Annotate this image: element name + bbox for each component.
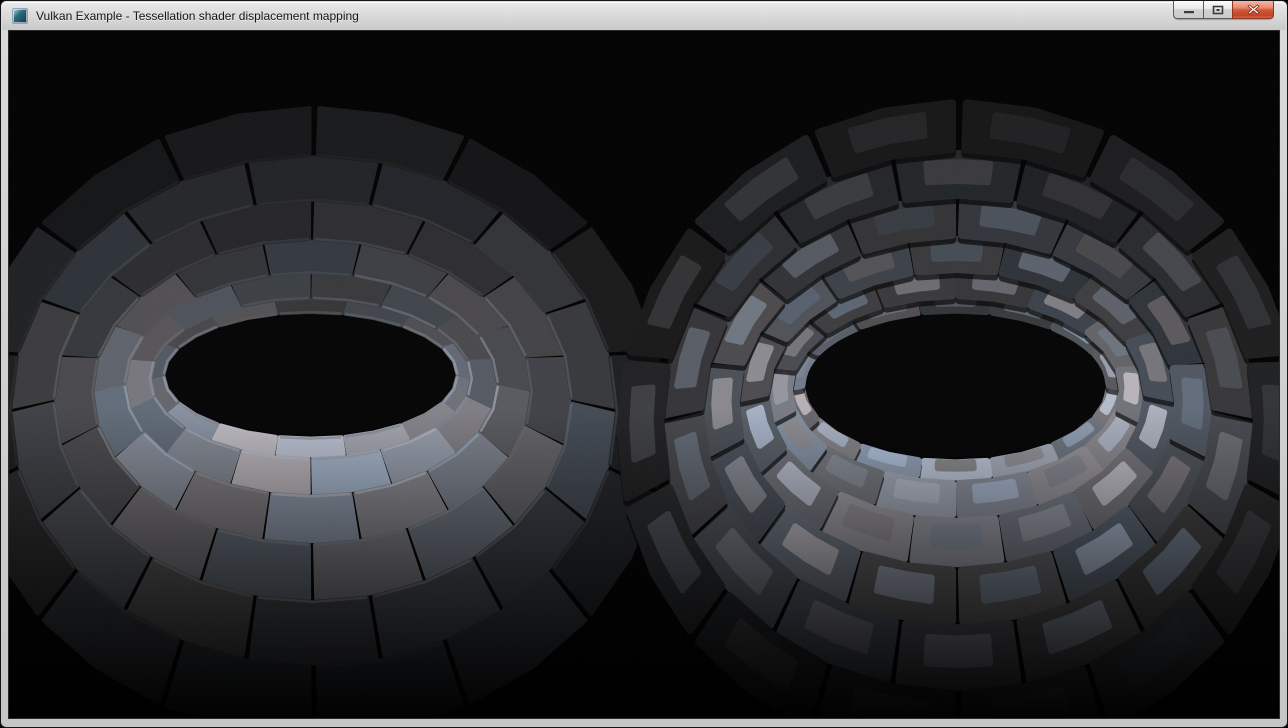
- close-icon: [1247, 4, 1260, 15]
- minimize-icon: [1183, 5, 1195, 15]
- render-viewport[interactable]: [8, 30, 1280, 719]
- window-title: Vulkan Example - Tessellation shader dis…: [36, 2, 359, 30]
- close-button[interactable]: [1232, 1, 1274, 19]
- app-window: Vulkan Example - Tessellation shader dis…: [0, 0, 1288, 728]
- vulkan-render: [9, 31, 1279, 718]
- maximize-button[interactable]: [1203, 1, 1232, 19]
- title-bar[interactable]: Vulkan Example - Tessellation shader dis…: [2, 2, 1286, 30]
- maximize-icon: [1212, 5, 1224, 15]
- window-controls: [1173, 1, 1274, 19]
- minimize-button[interactable]: [1173, 1, 1203, 19]
- bottom-shadow-overlay: [9, 31, 1279, 718]
- app-icon[interactable]: [12, 8, 28, 24]
